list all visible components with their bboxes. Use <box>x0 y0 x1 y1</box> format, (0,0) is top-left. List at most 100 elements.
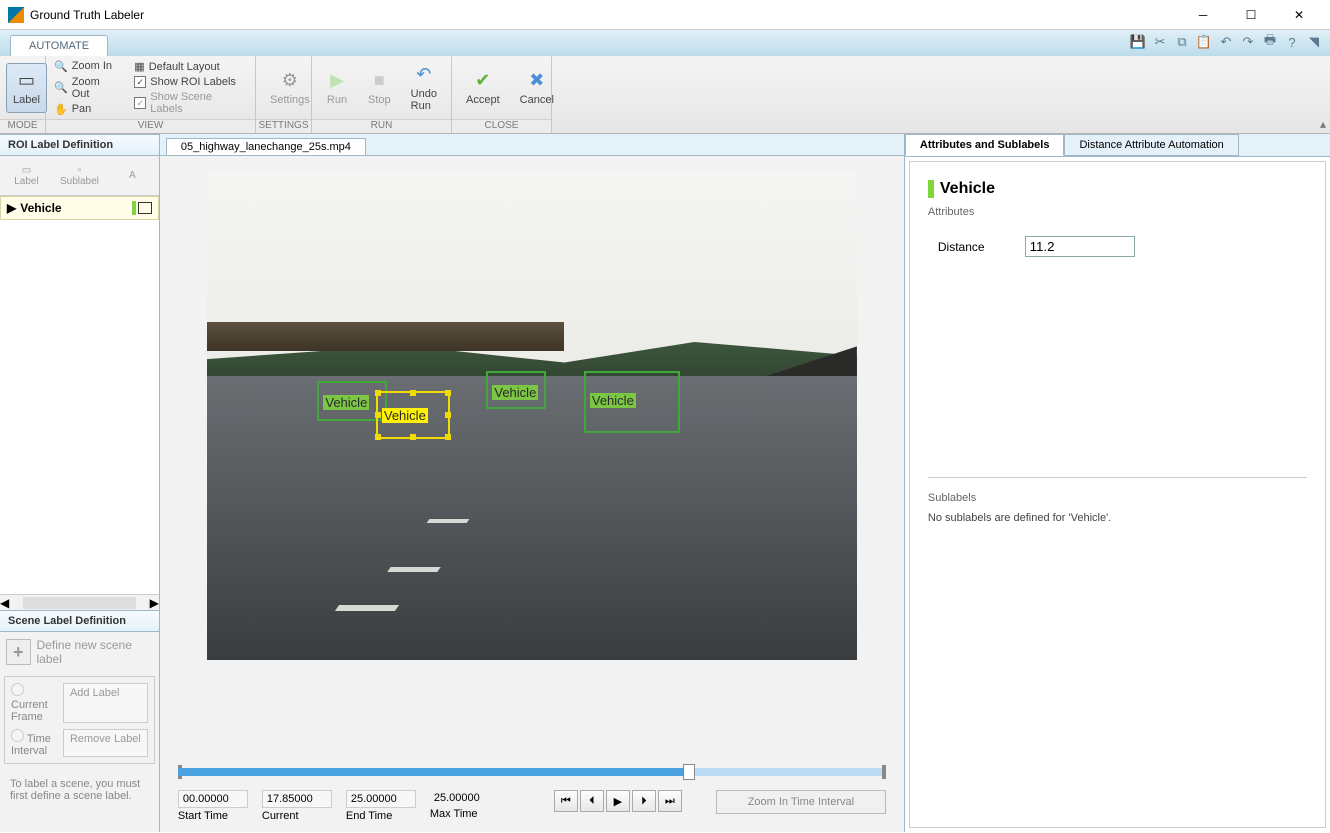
help-icon[interactable]: ? <box>1282 32 1302 52</box>
tab-distance-automation[interactable]: Distance Attribute Automation <box>1064 134 1238 156</box>
cancel-button[interactable]: ✖Cancel <box>512 66 562 110</box>
check-icon: ✔ <box>472 70 494 92</box>
current-time-label: Current <box>262 810 332 822</box>
bbox-vehicle-selected[interactable]: Vehicle <box>376 391 450 439</box>
show-scene-checkbox[interactable]: ✓Show Scene Labels <box>132 90 249 116</box>
default-layout-button[interactable]: ▦Default Layout <box>132 59 249 74</box>
quick-access-bar: 💾 ✂ ⧉ 📋 ↶ ↷ 🖶 ? ◥ <box>1128 32 1324 52</box>
roi-panel-title: ROI Label Definition <box>0 134 159 156</box>
zoom-time-interval-button[interactable]: Zoom In Time Interval <box>716 790 886 814</box>
stop-icon: ■ <box>368 70 390 92</box>
add-scene-label-button[interactable]: Add Label <box>63 683 148 723</box>
scroll-left-icon[interactable]: ◀ <box>0 596 9 610</box>
step-back-button[interactable]: ⏴ <box>580 790 604 812</box>
left-column: ROI Label Definition ▭Label ▫Sublabel A … <box>0 134 160 832</box>
window-title: Ground Truth Labeler <box>30 8 1180 22</box>
group-footer-close: CLOSE <box>452 119 551 133</box>
group-footer-view: VIEW <box>46 119 255 133</box>
goto-end-button[interactable]: ⏭ <box>658 790 682 812</box>
cut-icon[interactable]: ✂ <box>1150 32 1170 52</box>
add-attribute-button[interactable]: A <box>106 170 159 181</box>
roi-list: ▶ Vehicle <box>0 196 159 594</box>
color-swatch <box>132 201 136 215</box>
zoom-out-icon: 🔍 <box>54 81 68 94</box>
video-frame: Vehicle Vehicle Vehicle Vehicle <box>207 170 857 660</box>
video-tab[interactable]: 05_highway_lanechange_25s.mp4 <box>166 138 366 155</box>
play-button[interactable]: ▶ <box>606 790 630 812</box>
undo-icon[interactable]: ↶ <box>1216 32 1236 52</box>
distance-label: Distance <box>938 240 985 254</box>
max-time-value: 25.00000 <box>430 790 500 806</box>
main-area: ROI Label Definition ▭Label ▫Sublabel A … <box>0 134 1330 832</box>
settings-button[interactable]: ⚙ Settings <box>262 66 318 110</box>
play-controls: ⏮ ⏴ ▶ ⏵ ⏭ <box>554 790 682 812</box>
step-forward-button[interactable]: ⏵ <box>632 790 656 812</box>
attribute-icon: A <box>129 170 136 181</box>
distance-input[interactable] <box>1025 236 1135 257</box>
end-time-input[interactable] <box>346 790 416 808</box>
redo-icon[interactable]: ↷ <box>1238 32 1258 52</box>
undo-run-button[interactable]: ↶Undo Run <box>403 60 445 116</box>
pan-button[interactable]: ✋Pan <box>52 102 122 117</box>
add-label-button[interactable]: ▭Label <box>0 165 53 187</box>
roi-item-vehicle[interactable]: ▶ Vehicle <box>0 196 159 220</box>
roi-hscrollbar[interactable]: ◀▶ <box>0 594 159 610</box>
group-footer-run: RUN <box>312 119 451 133</box>
scene-hint-text: To label a scene, you must first define … <box>0 768 159 812</box>
time-interval-radio[interactable]: Time Interval <box>11 729 57 757</box>
right-column: Attributes and Sublabels Distance Attrib… <box>904 134 1330 832</box>
zoom-in-button[interactable]: 🔍Zoom In <box>52 59 122 74</box>
bbox-vehicle[interactable]: Vehicle <box>486 371 546 409</box>
tab-automate[interactable]: AUTOMATE <box>10 35 108 56</box>
current-time-input[interactable] <box>262 790 332 808</box>
attributes-section-label: Attributes <box>928 206 1307 218</box>
options-icon[interactable]: ◥ <box>1304 32 1324 52</box>
stop-button[interactable]: ■Stop <box>360 66 399 110</box>
bbox-vehicle[interactable]: Vehicle <box>584 371 680 433</box>
checkbox-icon: ✓ <box>134 76 146 88</box>
copy-icon[interactable]: ⧉ <box>1172 32 1192 52</box>
paste-icon[interactable]: 📋 <box>1194 32 1214 52</box>
tab-attributes[interactable]: Attributes and Sublabels <box>905 134 1065 156</box>
label-mode-button[interactable]: ▭ Label <box>6 63 47 113</box>
group-footer-settings: SETTINGS <box>256 119 311 133</box>
maximize-button[interactable]: ☐ <box>1228 1 1274 29</box>
undo-icon: ↶ <box>413 64 435 86</box>
selected-label-title: Vehicle <box>928 180 1307 198</box>
slider-thumb[interactable] <box>683 764 695 780</box>
color-bar <box>928 180 934 198</box>
toolstrip: ▭ Label MODE 🔍Zoom In 🔍Zoom Out ✋Pan ▦De… <box>0 56 1330 134</box>
checkbox-icon: ✓ <box>134 97 146 109</box>
layout-icon: ▦ <box>134 60 144 73</box>
current-frame-radio[interactable]: Current Frame <box>11 683 57 723</box>
roi-item-label: Vehicle <box>20 201 61 215</box>
close-button[interactable]: ✕ <box>1276 1 1322 29</box>
sublabels-section-label: Sublabels <box>928 492 1307 504</box>
show-roi-checkbox[interactable]: ✓Show ROI Labels <box>132 75 249 89</box>
timeline-area: Start Time Current End Time 25.00000Max … <box>160 752 904 832</box>
attributes-panel: Vehicle Attributes Distance Sublabels No… <box>909 161 1326 828</box>
save-icon[interactable]: 💾 <box>1128 32 1148 52</box>
timeline-slider[interactable] <box>178 768 886 776</box>
zoom-in-icon: 🔍 <box>54 60 68 73</box>
remove-scene-label-button[interactable]: Remove Label <box>63 729 148 757</box>
new-scene-label-button[interactable]: + <box>6 639 31 665</box>
scene-panel: + Define new scene label Current Frame A… <box>0 632 159 832</box>
expand-toolstrip-icon[interactable]: ▴ <box>1320 117 1326 131</box>
add-sublabel-button[interactable]: ▫Sublabel <box>53 165 106 187</box>
titlebar: Ground Truth Labeler ─ ☐ ✕ <box>0 0 1330 30</box>
minimize-button[interactable]: ─ <box>1180 1 1226 29</box>
accept-button[interactable]: ✔Accept <box>458 66 508 110</box>
zoom-out-button[interactable]: 🔍Zoom Out <box>52 75 122 101</box>
group-footer-mode: MODE <box>0 119 45 133</box>
start-time-input[interactable] <box>178 790 248 808</box>
goto-start-button[interactable]: ⏮ <box>554 790 578 812</box>
run-button[interactable]: ▶Run <box>318 66 356 110</box>
center-column: 05_highway_lanechange_25s.mp4 Vehicle Ve… <box>160 134 904 832</box>
roi-panel: ▭Label ▫Sublabel A ▶ Vehicle ◀▶ <box>0 156 159 610</box>
rectangle-icon <box>138 202 152 214</box>
video-viewer[interactable]: Vehicle Vehicle Vehicle Vehicle <box>160 156 904 752</box>
print-icon[interactable]: 🖶 <box>1260 32 1280 52</box>
expand-arrow-icon[interactable]: ▶ <box>7 201 16 215</box>
scroll-right-icon[interactable]: ▶ <box>150 596 159 610</box>
